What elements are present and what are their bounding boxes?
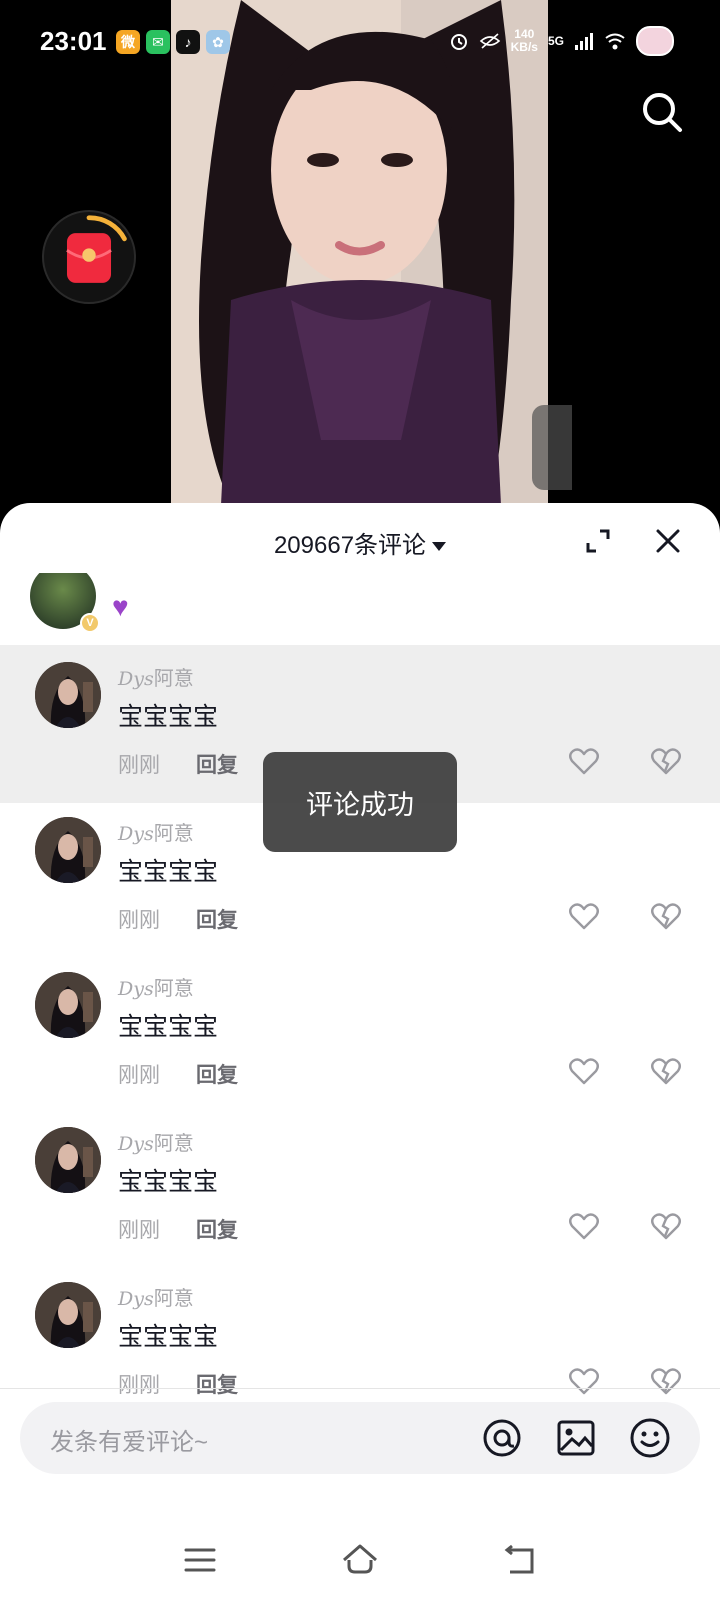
avatar[interactable] bbox=[35, 662, 101, 728]
gallery-icon: ✿ bbox=[206, 30, 230, 54]
comment-username[interactable]: Dys阿意 bbox=[118, 972, 194, 1001]
home-icon[interactable] bbox=[340, 1540, 380, 1580]
avatar[interactable] bbox=[35, 972, 101, 1038]
mention-icon[interactable] bbox=[480, 1416, 524, 1460]
comment-username[interactable]: Dys阿意 bbox=[118, 1127, 194, 1156]
network-type: 5G bbox=[547, 34, 564, 48]
comment-item[interactable]: Dys阿意宝宝宝宝刚刚 回复 bbox=[0, 1265, 720, 1423]
menu-icon[interactable] bbox=[182, 1542, 218, 1578]
comment-input-placeholder: 发条有爱评论~ bbox=[50, 1429, 209, 1456]
purple-heart-emoji-icon: ♥ bbox=[112, 591, 129, 622]
weibo-icon: 微 bbox=[116, 30, 140, 54]
avatar-image bbox=[35, 1282, 101, 1348]
search-icon[interactable] bbox=[640, 90, 684, 134]
partial-comment[interactable]: V ♥ bbox=[0, 573, 720, 653]
comment-username[interactable]: Dys阿意 bbox=[118, 1282, 194, 1311]
avatar-image bbox=[35, 1127, 101, 1193]
dislike-broken-heart-icon[interactable] bbox=[650, 1365, 682, 1397]
comment-count-title[interactable]: 209667条评论 bbox=[0, 525, 720, 560]
username-script: Dys bbox=[118, 1288, 154, 1310]
verified-badge-icon: V bbox=[80, 613, 100, 633]
status-indicators: 140 KB/s 5G bbox=[449, 26, 674, 56]
avatar-image bbox=[35, 972, 101, 1038]
notification-icons: 微 ✉ ♪ ✿ bbox=[116, 30, 230, 54]
like-heart-icon[interactable] bbox=[568, 900, 600, 932]
system-nav-bar bbox=[0, 1520, 720, 1608]
image-icon[interactable] bbox=[554, 1416, 598, 1460]
avatar[interactable] bbox=[35, 1127, 101, 1193]
divider bbox=[0, 1388, 720, 1389]
avatar[interactable] bbox=[35, 1282, 101, 1348]
avatar-image bbox=[35, 817, 101, 883]
red-packet-button[interactable] bbox=[42, 210, 136, 304]
comment-count-label: 209667条评论 bbox=[273, 532, 427, 559]
reply-button[interactable]: 回复 bbox=[196, 749, 238, 779]
username-script: Dys bbox=[118, 668, 154, 690]
red-packet-icon bbox=[66, 215, 127, 283]
comment-time: 刚刚 bbox=[118, 1219, 160, 1242]
reply-button[interactable]: 回复 bbox=[196, 1059, 238, 1089]
username-script: Dys bbox=[118, 823, 154, 845]
like-heart-icon[interactable] bbox=[568, 1055, 600, 1087]
back-icon[interactable] bbox=[502, 1542, 538, 1578]
comment-sheet-header: 209667条评论 bbox=[0, 503, 720, 573]
comment-username[interactable]: Dys阿意 bbox=[118, 662, 194, 691]
side-drawer-handle[interactable] bbox=[532, 405, 572, 490]
dislike-broken-heart-icon[interactable] bbox=[650, 900, 682, 932]
comment-item[interactable]: Dys阿意宝宝宝宝刚刚 回复 bbox=[0, 955, 720, 1113]
toast-message: 评论成功 bbox=[263, 752, 457, 852]
dislike-broken-heart-icon[interactable] bbox=[650, 745, 682, 777]
eye-off-icon bbox=[479, 33, 500, 49]
dislike-broken-heart-icon[interactable] bbox=[650, 1055, 682, 1087]
like-heart-icon[interactable] bbox=[568, 1365, 600, 1397]
comment-time: 刚刚 bbox=[118, 1064, 160, 1087]
dislike-broken-heart-icon[interactable] bbox=[650, 1210, 682, 1242]
close-icon[interactable] bbox=[654, 527, 682, 555]
username-text: 阿意 bbox=[153, 823, 194, 845]
username-text: 阿意 bbox=[153, 1288, 194, 1310]
like-heart-icon[interactable] bbox=[568, 745, 600, 777]
comment-content: 宝宝宝宝 bbox=[118, 703, 219, 731]
like-heart-icon[interactable] bbox=[568, 1210, 600, 1242]
avatar[interactable] bbox=[35, 817, 101, 883]
expand-icon[interactable] bbox=[584, 527, 612, 555]
battery-icon bbox=[636, 26, 674, 56]
comment-list[interactable]: V ♥ Dys阿意 宝宝宝宝 刚刚 回复 Dys阿意 宝宝宝宝 刚刚 回复 Dys阿意 宝宝宝宝刚… bbox=[0, 573, 720, 1423]
alarm-icon bbox=[450, 34, 467, 50]
status-bar: 23:01 微 ✉ ♪ ✿ 140 KB/s 5G bbox=[0, 0, 720, 84]
chevron-down-icon bbox=[432, 542, 447, 552]
comment-content: 宝宝宝宝 bbox=[118, 1168, 219, 1196]
network-speed: 140 KB/s bbox=[511, 28, 538, 54]
comment-item[interactable]: Dys阿意宝宝宝宝刚刚 回复 bbox=[0, 1110, 720, 1268]
reply-button[interactable]: 回复 bbox=[196, 904, 238, 934]
username-text: 阿意 bbox=[153, 978, 194, 1000]
video-player[interactable]: 23:01 微 ✉ ♪ ✿ 140 KB/s 5G bbox=[0, 0, 720, 520]
username-script: Dys bbox=[118, 978, 154, 1000]
wifi-icon bbox=[605, 33, 625, 50]
comment-sheet: 209667条评论 V ♥ Dys阿意 宝宝宝宝 刚刚 回复 Dys阿意 宝宝宝宝 刚刚 回复… bbox=[0, 503, 720, 1608]
username-text: 阿意 bbox=[153, 668, 194, 690]
comment-content: 宝宝宝宝 bbox=[118, 1323, 219, 1351]
comment-username[interactable]: Dys阿意 bbox=[118, 817, 194, 846]
comment-time: 刚刚 bbox=[118, 909, 160, 932]
status-time: 23:01 bbox=[40, 26, 107, 56]
comment-time: 刚刚 bbox=[118, 1374, 160, 1397]
username-script: Dys bbox=[118, 1133, 154, 1155]
reply-button[interactable]: 回复 bbox=[196, 1214, 238, 1244]
emoji-icon[interactable] bbox=[628, 1416, 672, 1460]
comment-time: 刚刚 bbox=[118, 754, 160, 777]
wechat-icon: ✉ bbox=[146, 30, 170, 54]
comment-content: 宝宝宝宝 bbox=[118, 1013, 219, 1041]
comment-input[interactable]: 发条有爱评论~ bbox=[20, 1402, 700, 1474]
signal-icon bbox=[575, 33, 593, 50]
username-text: 阿意 bbox=[153, 1133, 194, 1155]
reply-button[interactable]: 回复 bbox=[196, 1369, 238, 1399]
tiktok-icon: ♪ bbox=[176, 30, 200, 54]
avatar-image bbox=[35, 662, 101, 728]
network-speed-unit: KB/s bbox=[510, 40, 538, 54]
comment-content: 宝宝宝宝 bbox=[118, 858, 219, 886]
